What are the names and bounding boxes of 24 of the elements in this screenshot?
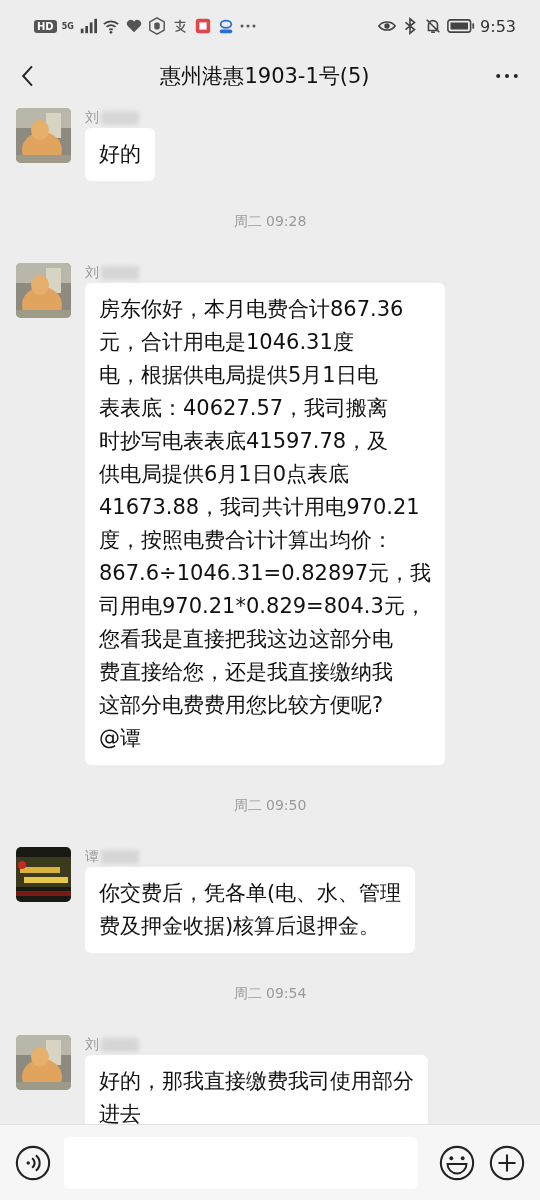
- timestamp: 周二 09:54: [233, 985, 307, 1001]
- battery-icon: [447, 18, 476, 34]
- message-text: 好的: [99, 142, 141, 166]
- chat-title: 惠州港惠1903-1号(5): [160, 63, 370, 90]
- message-text: 房东你好，本月电费合计867.36 元，合计用电是1046.31度 电，根据供电局提供5月1日电 表表底：40627.57，我司搬离 时抄写电表表底41597.78，及 供电局提供6月1日0点表底 41673.88，我司共计用电970.21 度，按照电费合计计算出均价： 867.6÷1046.31=0.82897元，我 司用电970.21*0.829=804.3元， 您看我是直接把我这边这部分电 费直接给您，还是我直接缴纳我 这部分电费费用您比较方便呢? @谭: [99, 297, 431, 750]
- more-icon: [239, 24, 256, 28]
- more-icon[interactable]: [494, 72, 520, 80]
- sender-name: 刘: [85, 109, 99, 127]
- sender-name: 刘: [85, 264, 99, 282]
- timestamp: 周二 09:50: [233, 797, 307, 813]
- sender-name: 刘: [85, 1036, 99, 1054]
- emoji-icon[interactable]: [438, 1143, 476, 1182]
- hd-badge: HD: [34, 19, 57, 33]
- sender-name: 谭: [85, 848, 99, 866]
- heart-icon: [124, 17, 143, 35]
- plus-icon[interactable]: [488, 1143, 526, 1182]
- mute-bell-icon: [424, 17, 443, 35]
- signal-icon: [78, 17, 97, 35]
- message-text: 好的，那我直接缴费我司使用部分 进去: [99, 1069, 414, 1124]
- timestamp: 周二 09:28: [233, 213, 307, 229]
- message-text: 你交费后，凭各单(电、水、管理 费及押金收据)核算后退押金。: [99, 881, 402, 938]
- voice-icon[interactable]: [14, 1143, 52, 1182]
- clock-time: 9:53: [480, 16, 516, 36]
- network-label: 5G: [61, 21, 74, 31]
